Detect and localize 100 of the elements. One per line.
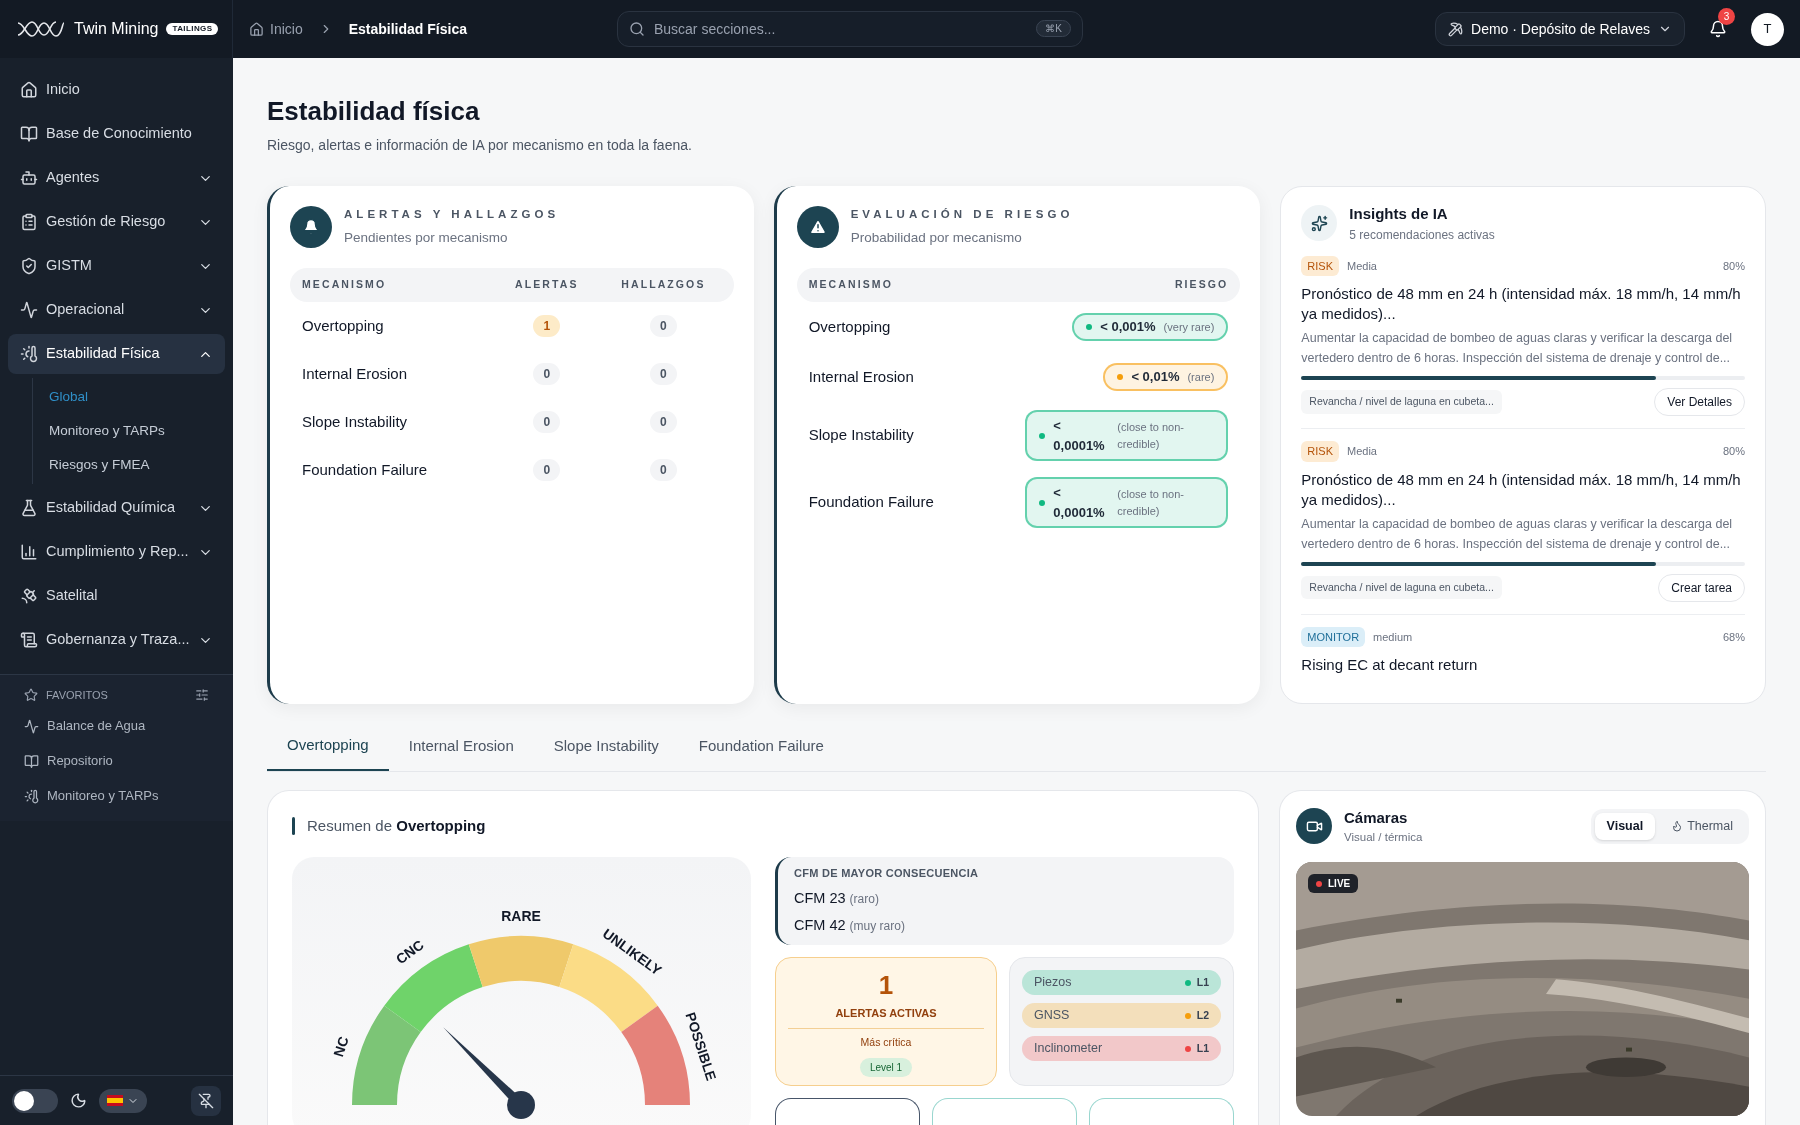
cfm-entry: CFM 23 (raro) (794, 888, 880, 908)
sidebar-item[interactable]: Estabilidad Física (8, 334, 225, 374)
insight-body: Aumentar la capacidad de bombeo de aguas claras y verificar la descarga del vertedero dentro de 6 horas. Inspección del sistema de drenaje y control de... (1301, 330, 1734, 367)
live-badge: LIVE (1308, 874, 1359, 894)
shortcut-badge: ⌘K (1036, 20, 1071, 37)
page-subtitle: Riesgo, alertas e información de IA por mecanismo en toda la faena. (267, 136, 693, 155)
confidence-value: 80% (1723, 444, 1745, 459)
finding-count: 0 (650, 411, 677, 433)
risk-label: (close to non-credible) (1117, 487, 1185, 519)
priority-label: Media (1347, 444, 1377, 459)
risk-value: < 0,0001% (1053, 484, 1106, 522)
gauge-label: CNC (392, 936, 427, 968)
mechanism-tab[interactable]: Foundation Failure (678, 726, 844, 771)
column-header: MECANISMO (302, 277, 388, 293)
card-title: EVALUACIÓN DE RIESGO (850, 207, 1074, 223)
panel-heading: CFM DE MAYOR CONSECUENCIA (794, 866, 980, 881)
brand-tag: TAILINGS (166, 23, 219, 35)
instrument-row: Piezos L1 (1022, 970, 1221, 995)
alerts-label: ALERTAS ACTIVAS (835, 1006, 937, 1021)
mechanism-tab[interactable]: Slope Instability (533, 726, 679, 771)
tag-badge: RISK (1301, 255, 1340, 276)
finding-count: 0 (650, 363, 677, 385)
sidebar-item[interactable]: Gestión de Riesgo (8, 202, 225, 242)
mechanism-tab[interactable]: Overtopping (267, 726, 389, 771)
sidebar-item[interactable]: Agentes (8, 158, 225, 198)
mode-tab[interactable]: Thermal (1659, 813, 1745, 840)
site-selector[interactable]: Demo · Depósito de Relaves (1435, 12, 1685, 46)
priority-label: medium (1373, 629, 1413, 645)
mechanism-name: Slope Instability (808, 425, 914, 446)
insight-title: Pronóstico de 48 mm en 24 h (intensidad máx. 18 mm/h, 14 mm/h ya medidos)... (1301, 284, 1742, 324)
alert-count: 1 (878, 969, 894, 1002)
mechanism-name: Internal Erosion (808, 366, 914, 387)
brand-name: Twin Mining (74, 19, 159, 39)
confidence-value: 80% (1723, 258, 1745, 274)
favorite-item[interactable]: Repositorio (8, 748, 225, 774)
instrument-row: GNSS L2 (1022, 1003, 1221, 1028)
summary-title: Resumen de Overtopping (307, 815, 486, 836)
sidebar-subitem[interactable]: Monitoreo y TARPs (33, 414, 225, 448)
mechanism-name: Foundation Failure (808, 492, 934, 513)
alert-count: 0 (533, 411, 561, 433)
risk-label: (close to non-credible) (1117, 420, 1185, 452)
notification-badge: 3 (1718, 8, 1735, 25)
alert-count: 0 (533, 363, 561, 385)
instrument-level: L1 (1196, 1040, 1209, 1056)
level-badge: Level 1 (859, 1058, 913, 1078)
column-header: HALLAZGOS (620, 277, 707, 293)
sidebar-item[interactable]: Estabilidad Química (8, 488, 225, 528)
instrument-level: L2 (1196, 1007, 1209, 1023)
favorite-item[interactable]: Balance de Agua (8, 713, 225, 739)
finding-count: 0 (650, 315, 677, 337)
risk-value: < 0,001% (1100, 318, 1156, 337)
card-subtitle: Visual / térmica (1344, 830, 1423, 845)
page-title: Estabilidad física (267, 95, 481, 128)
confidence-value: 68% (1723, 629, 1745, 645)
favorite-item[interactable]: Monitoreo y TARPs (8, 783, 225, 809)
sidebar-subitem[interactable]: Global (33, 380, 225, 414)
insight-title: Pronóstico de 48 mm en 24 h (intensidad máx. 18 mm/h, 14 mm/h ya medidos)... (1301, 469, 1742, 510)
favorites-heading: FAVORITOS (46, 688, 109, 703)
card-title: Insights de IA (1349, 204, 1449, 224)
risk-value: < 0,0001% (1053, 417, 1106, 455)
alert-count: 1 (533, 315, 561, 337)
cfm-entry: CFM 42 (muy raro) (794, 916, 906, 936)
user-avatar[interactable]: T (1751, 12, 1784, 46)
mechanism-name: Internal Erosion (302, 363, 409, 384)
mechanism-tab[interactable]: Internal Erosion (388, 726, 534, 771)
gauge-label: NC (330, 1034, 352, 1059)
source-label: Revancha / nivel de laguna en cubeta... (1301, 575, 1502, 600)
breadcrumb-link[interactable]: Inicio (270, 18, 303, 40)
finding-count: 0 (650, 459, 677, 481)
sidebar-item[interactable]: Cumplimiento y Rep... (8, 532, 225, 572)
mode-tab[interactable]: Visual (1594, 813, 1656, 840)
instrument-level: L1 (1196, 974, 1209, 990)
risk-label: (rare) (1187, 369, 1215, 385)
sidebar-item[interactable]: Gobernanza y Traza... (8, 620, 225, 660)
alert-count: 0 (533, 459, 561, 481)
card-subtitle: 5 recomendaciones activas (1349, 226, 1495, 244)
sidebar-subitem[interactable]: Riesgos y FMEA (33, 448, 225, 482)
card-title: Cámaras (1344, 807, 1409, 828)
column-header: ALERTAS (514, 277, 580, 293)
source-label: Revancha / nivel de laguna en cubeta... (1301, 390, 1502, 414)
sidebar-item[interactable]: Inicio (8, 70, 225, 110)
tag-badge: MONITOR (1301, 626, 1366, 647)
insight-title: Rising EC at decant return (1301, 655, 1479, 675)
mechanism-name: Overtopping (302, 315, 385, 336)
gauge-label: RARE (501, 907, 541, 924)
mechanism-name: Slope Instability (302, 411, 409, 432)
sidebar-item[interactable]: Base de Conocimiento (8, 114, 225, 154)
mechanism-name: Overtopping (808, 316, 891, 337)
card-subtitle: Probabilidad por mecanismo (850, 228, 1023, 247)
risk-label: (very rare) (1163, 319, 1215, 335)
risk-value: < 0,01% (1131, 368, 1180, 387)
tag-badge: RISK (1301, 441, 1340, 462)
instrument-row: Inclinometer L1 (1022, 1036, 1221, 1061)
sidebar-item[interactable]: Satelital (8, 576, 225, 616)
sidebar-item[interactable]: Operacional (8, 290, 225, 330)
column-header: MECANISMO (808, 277, 893, 293)
priority-label: Media (1347, 258, 1377, 274)
insight-body: Aumentar la capacidad de bombeo de aguas claras y verificar la descarga del vertedero dentro de 6 horas. Inspección del sistema de drenaje y control de... (1301, 515, 1734, 553)
sidebar-item[interactable]: GISTM (8, 246, 225, 286)
column-header: RIESGO (1174, 277, 1229, 293)
